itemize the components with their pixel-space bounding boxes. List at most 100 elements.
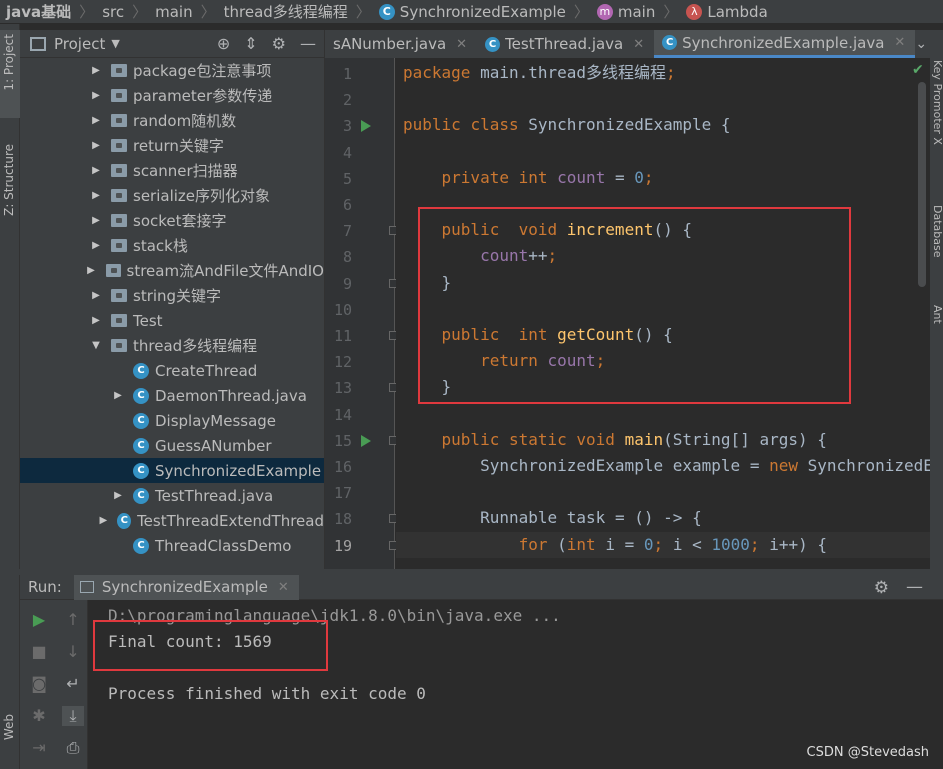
class-icon: C <box>378 3 395 20</box>
chevron-right-icon[interactable]: ▶ <box>112 490 124 501</box>
chevron-right-icon[interactable]: ▶ <box>90 115 102 126</box>
chevron-right-icon[interactable]: ▶ <box>90 65 102 76</box>
close-icon[interactable]: ✕ <box>278 580 289 595</box>
tree-folder-item[interactable]: ▶ socket套接字 <box>20 208 324 233</box>
tree-class-item[interactable]: C SynchronizedExample <box>20 458 324 483</box>
tree-class-item[interactable]: C ThreadClassDemo <box>20 533 324 558</box>
code-line[interactable]: for (int i = 0; i < 1000; i++) { <box>396 531 930 558</box>
tree-folder-item[interactable]: ▶ stream流AndFile文件AndIO <box>20 258 324 283</box>
chevron-right-icon[interactable]: ▶ <box>85 265 96 276</box>
tree-item-label: DisplayMessage <box>155 411 277 430</box>
code-line[interactable]: Runnable task = () -> { <box>396 505 702 531</box>
breadcrumb-package[interactable]: thread多线程编程 <box>224 1 348 22</box>
debug-icon[interactable]: ✱ <box>28 706 50 725</box>
soft-wrap-icon[interactable]: ↵ <box>62 674 84 693</box>
chevron-right-icon[interactable]: ▶ <box>90 190 102 201</box>
tree-folder-item[interactable]: ▶ random随机数 <box>20 108 324 133</box>
close-icon[interactable]: ✕ <box>894 35 905 50</box>
ant-label[interactable]: Ant <box>931 305 943 324</box>
exit-icon[interactable]: ⇥ <box>28 738 50 757</box>
tree-folder-item[interactable]: ▼ thread多线程编程 <box>20 333 324 358</box>
run-tab[interactable]: SynchronizedExample ✕ <box>73 574 299 600</box>
chevron-right-icon[interactable]: ▶ <box>90 165 102 176</box>
tree-folder-item[interactable]: ▶ parameter参数传递 <box>20 83 324 108</box>
breadcrumb-method[interactable]: main <box>618 3 655 21</box>
breadcrumb-src[interactable]: src <box>102 3 124 21</box>
tree-class-item[interactable]: C GuessANumber <box>20 433 324 458</box>
breadcrumb-project[interactable]: java基础 <box>6 1 71 22</box>
database-label[interactable]: Database <box>931 205 943 258</box>
web-tool-label[interactable]: Web <box>2 714 16 740</box>
hide-icon[interactable]: — <box>300 34 316 53</box>
code-line[interactable] <box>396 401 403 427</box>
code-line[interactable] <box>396 296 403 322</box>
editor-scrollbar[interactable] <box>918 82 926 287</box>
project-panel-title[interactable]: Project <box>54 35 105 53</box>
folder-icon <box>105 264 121 277</box>
rerun-icon[interactable]: ▶ <box>28 610 50 629</box>
code-line[interactable]: private int count = 0; <box>396 165 654 191</box>
chevron-right-icon[interactable]: ▶ <box>90 290 102 301</box>
minimize-icon[interactable]: — <box>906 577 923 597</box>
code-line[interactable]: public static void main(String[] args) { <box>396 427 827 453</box>
tab-testthread[interactable]: C TestThread.java ✕ <box>477 30 654 58</box>
code-line[interactable] <box>396 191 403 217</box>
chevron-right-icon[interactable]: ▶ <box>90 215 102 226</box>
chevron-right-icon[interactable]: ▶ <box>112 390 124 401</box>
tree-item-label: GuessANumber <box>155 436 272 455</box>
code-line[interactable] <box>396 86 403 112</box>
chevron-right-icon[interactable]: ▶ <box>90 240 102 251</box>
run-gutter-icon[interactable] <box>361 120 371 133</box>
chevron-down-icon[interactable]: ▼ <box>90 340 102 351</box>
console-line-exit[interactable]: Process finished with exit code 0 <box>108 684 426 703</box>
gear-icon[interactable]: ⚙ <box>874 578 889 598</box>
collapse-all-icon[interactable]: ⇕ <box>244 34 257 53</box>
tree-folder-item[interactable]: ▶ return关键字 <box>20 133 324 158</box>
close-icon[interactable]: ✕ <box>456 37 467 52</box>
tree-class-item[interactable]: ▶ C DaemonThread.java <box>20 383 324 408</box>
camera-icon[interactable]: ◙ <box>28 674 50 693</box>
tab-guessanumber[interactable]: sANumber.java ✕ <box>325 30 477 58</box>
breadcrumb-lambda[interactable]: Lambda <box>707 3 767 21</box>
code-line[interactable]: SynchronizedExample example = new Synchr… <box>396 453 930 479</box>
run-gutter-icon[interactable] <box>361 434 371 447</box>
chevron-right-icon[interactable]: ▶ <box>90 90 102 101</box>
up-arrow-icon[interactable]: ↑ <box>62 610 84 629</box>
key-promoter-label[interactable]: Key Promoter X <box>931 60 943 145</box>
print-icon[interactable]: ⎙ <box>62 738 84 758</box>
chevron-right-icon[interactable]: ▶ <box>90 315 102 326</box>
chevron-down-icon[interactable]: ▼ <box>111 37 119 50</box>
tree-folder-item[interactable]: ▶ scanner扫描器 <box>20 158 324 183</box>
locate-icon[interactable]: ⊕ <box>217 34 230 53</box>
breadcrumb-class[interactable]: SynchronizedExample <box>400 3 566 21</box>
tree-class-item[interactable]: C CreateThread <box>20 358 324 383</box>
chevron-down-icon[interactable]: ⌄ <box>915 30 930 58</box>
code-line[interactable] <box>396 479 403 505</box>
stop-icon[interactable]: ■ <box>28 642 50 661</box>
code-line[interactable]: public class SynchronizedExample { <box>396 112 731 138</box>
tree-folder-item[interactable]: ▶ string关键字 <box>20 283 324 308</box>
structure-tool-label[interactable]: Z: Structure <box>2 144 16 216</box>
tree-folder-item[interactable]: ▶ serialize序列化对象 <box>20 183 324 208</box>
scroll-to-end-icon[interactable]: ⤓ <box>62 706 84 726</box>
tree-folder-item[interactable]: ▶ package包注意事项 <box>20 58 324 83</box>
gear-icon[interactable]: ⚙ <box>272 34 286 53</box>
close-icon[interactable]: ✕ <box>633 37 644 52</box>
down-arrow-icon[interactable]: ↓ <box>62 642 84 661</box>
tree-folder-item[interactable]: ▶ stack栈 <box>20 233 324 258</box>
code-line[interactable] <box>396 139 403 165</box>
tree-class-item[interactable]: ▶ C TestThread.java <box>20 483 324 508</box>
tab-label: sANumber.java <box>333 35 447 53</box>
breadcrumb-main[interactable]: main <box>155 3 192 21</box>
tab-synchronizedexample[interactable]: C SynchronizedExample.java ✕ <box>654 30 916 58</box>
line-number: 10 <box>333 300 352 319</box>
chevron-right-icon[interactable]: ▶ <box>98 515 108 526</box>
tree-class-item[interactable]: ▶ C TestThreadExtendThread <box>20 508 325 533</box>
tree-folder-item[interactable]: ▶ Test <box>20 308 324 333</box>
code-line[interactable]: package main.thread多线程编程; <box>396 60 676 86</box>
chevron-right-icon[interactable]: ▶ <box>90 140 102 151</box>
tree-class-item[interactable]: C DisplayMessage <box>20 408 324 433</box>
project-tool-label[interactable]: 1: Project <box>2 34 16 91</box>
